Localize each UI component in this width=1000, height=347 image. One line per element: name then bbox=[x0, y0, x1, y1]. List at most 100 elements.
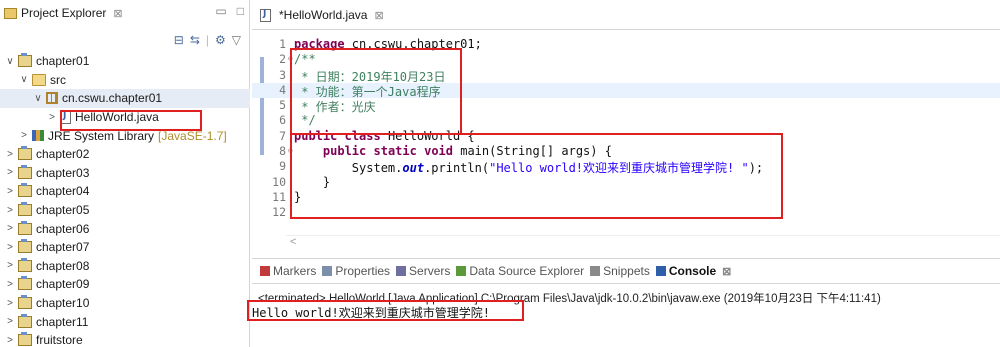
maximize-icon[interactable]: □ bbox=[237, 4, 244, 18]
collapse-chevron-icon[interactable]: > bbox=[4, 279, 16, 290]
properties-icon bbox=[322, 266, 333, 276]
expand-chevron-icon[interactable]: ∨ bbox=[32, 93, 44, 104]
code-token: ); bbox=[748, 161, 764, 176]
project-tree: ∨ chapter01 ∨ src ∨ cn.cswu.chapter01 > HelloWo… bbox=[0, 52, 250, 347]
view-window-controls: ▭ □ bbox=[215, 4, 244, 18]
line-number: 7 bbox=[279, 128, 286, 143]
project-icon bbox=[18, 295, 32, 310]
editor-tab[interactable]: *HelloWorld.java ⊠ bbox=[258, 8, 384, 22]
close-icon[interactable]: ⊠ bbox=[113, 7, 122, 20]
scroll-left-icon[interactable]: < bbox=[290, 236, 296, 248]
code-line[interactable]: 7 public class HelloWorld { bbox=[252, 129, 1000, 144]
expand-chevron-icon[interactable]: ∨ bbox=[18, 74, 30, 85]
line-number: 1 bbox=[279, 37, 286, 51]
collapse-chevron-icon[interactable]: > bbox=[4, 149, 16, 160]
tree-item[interactable]: > chapter10 bbox=[0, 294, 250, 313]
code-line[interactable]: 1 package cn.cswu.chapter01; bbox=[252, 37, 1000, 52]
console-output: Hello world!欢迎来到重庆城市管理学院! bbox=[252, 306, 490, 320]
code-line[interactable]: 3 * 日期：2019年10月23日 bbox=[252, 67, 1000, 84]
code-line[interactable]: 10 } bbox=[252, 175, 1000, 190]
project-explorer-tab[interactable]: Project Explorer ⊠ ▭ □ bbox=[0, 0, 250, 27]
project-icon bbox=[18, 313, 32, 328]
collapse-chevron-icon[interactable]: > bbox=[4, 260, 16, 271]
fold-toggle-icon[interactable]: ⊖ bbox=[288, 146, 293, 155]
tab-properties[interactable]: Properties bbox=[322, 264, 390, 278]
code-token: public bbox=[322, 144, 367, 159]
code-line[interactable]: 8 ⊖ public static void main(String[] args… bbox=[252, 144, 1000, 159]
tree-item[interactable]: > fruitstore bbox=[0, 331, 250, 347]
code-line[interactable]: 2 ⊖/** bbox=[252, 52, 1000, 67]
filters-icon[interactable]: ⚙ bbox=[215, 33, 226, 47]
project-icon bbox=[18, 164, 32, 179]
horizontal-scrollbar[interactable]: < bbox=[286, 235, 1000, 249]
toolbar-separator: | bbox=[205, 33, 209, 47]
fold-toggle-icon[interactable]: ⊖ bbox=[288, 54, 293, 63]
line-number: 9 bbox=[279, 159, 286, 174]
tree-item[interactable]: ∨ src bbox=[0, 71, 250, 90]
close-icon[interactable]: ⊠ bbox=[374, 9, 383, 22]
code-token: public bbox=[294, 128, 338, 143]
tree-item[interactable]: > chapter05 bbox=[0, 201, 250, 220]
tree-item-label: fruitstore bbox=[36, 333, 83, 347]
tree-item[interactable]: > JRE System Library [JavaSE-1.7] bbox=[0, 126, 250, 145]
tab-console[interactable]: Console ⊠ bbox=[655, 264, 731, 278]
console-tab-bar: Markers Properties Servers Data Source Expl… bbox=[252, 258, 1000, 284]
tree-item-label: chapter07 bbox=[36, 240, 90, 255]
link-with-editor-icon[interactable]: ⇆ bbox=[190, 33, 200, 47]
tree-item[interactable]: > chapter07 bbox=[0, 238, 250, 257]
tree-item[interactable]: > HelloWorld.java bbox=[0, 108, 250, 127]
expand-chevron-icon[interactable]: ∨ bbox=[4, 56, 16, 67]
tree-item[interactable]: > chapter03 bbox=[0, 164, 250, 183]
line-number: 5 bbox=[279, 98, 286, 113]
tab-data-source-explorer[interactable]: Data Source Explorer bbox=[456, 264, 584, 278]
tree-item-label: chapter09 bbox=[36, 277, 90, 292]
close-icon[interactable]: ⊠ bbox=[722, 265, 731, 278]
tree-item-label: HelloWorld.java bbox=[75, 110, 159, 125]
tab-servers[interactable]: Servers bbox=[396, 264, 450, 278]
code-line[interactable]: 12 bbox=[252, 205, 1000, 220]
code-line[interactable]: 5 * 作者：光庆 bbox=[252, 98, 1000, 115]
collapse-chevron-icon[interactable]: > bbox=[4, 335, 16, 346]
code-editor[interactable]: 1 package cn.cswu.chapter01; 2 ⊖/** 3 * 日期：2… bbox=[252, 30, 1000, 248]
line-number: 4 bbox=[279, 82, 286, 97]
tree-item[interactable]: > chapter04 bbox=[0, 182, 250, 201]
project-icon bbox=[18, 53, 32, 68]
line-number: 10 bbox=[272, 174, 286, 189]
code-token: * 作者：光庆 bbox=[294, 100, 376, 115]
tree-item[interactable]: > chapter08 bbox=[0, 257, 250, 276]
tree-item[interactable]: > chapter09 bbox=[0, 275, 250, 294]
code-line[interactable]: 6 */ bbox=[252, 113, 1000, 128]
code-lines[interactable]: 1 package cn.cswu.chapter01; 2 ⊖/** 3 * 日期：2… bbox=[252, 37, 1000, 221]
collapse-chevron-icon[interactable]: > bbox=[4, 167, 16, 178]
code-token: class bbox=[344, 128, 381, 143]
collapse-chevron-icon[interactable]: > bbox=[4, 242, 16, 253]
code-text: public static void main(String[] args) { bbox=[294, 144, 612, 158]
tab-markers[interactable]: Markers bbox=[260, 264, 316, 278]
code-line[interactable]: 11} bbox=[252, 190, 1000, 205]
project-icon bbox=[18, 146, 32, 161]
code-line[interactable]: 9 System.out.println("Hello world!欢迎来到重庆… bbox=[252, 159, 1000, 176]
code-text: public class HelloWorld { bbox=[294, 129, 475, 143]
tab-snippets[interactable]: Snippets bbox=[590, 264, 650, 278]
collapse-chevron-icon[interactable]: > bbox=[4, 223, 16, 234]
explorer-toolbar: ⊟ ⇆ | ⚙ ▽ bbox=[174, 33, 241, 47]
code-line[interactable]: 4 * 功能：第一个Java程序 bbox=[252, 82, 1000, 99]
tree-item[interactable]: > chapter11 bbox=[0, 312, 250, 331]
collapse-chevron-icon[interactable]: > bbox=[4, 205, 16, 216]
collapse-chevron-icon[interactable]: > bbox=[4, 298, 16, 309]
collapse-chevron-icon[interactable]: > bbox=[4, 316, 16, 327]
minimize-icon[interactable]: ▭ bbox=[215, 4, 226, 18]
collapse-chevron-icon[interactable]: > bbox=[18, 130, 30, 141]
tree-item[interactable]: > chapter02 bbox=[0, 145, 250, 164]
collapse-all-icon[interactable]: ⊟ bbox=[174, 33, 184, 47]
tree-item-label: chapter05 bbox=[36, 203, 90, 218]
tree-item[interactable]: > chapter06 bbox=[0, 219, 250, 238]
view-menu-icon[interactable]: ▽ bbox=[232, 33, 241, 47]
tree-item[interactable]: ∨ chapter01 bbox=[0, 52, 250, 71]
line-number: 2 bbox=[279, 52, 286, 67]
line-number: 3 bbox=[279, 67, 286, 82]
collapse-chevron-icon[interactable]: > bbox=[46, 112, 58, 123]
tree-item[interactable]: ∨ cn.cswu.chapter01 bbox=[0, 89, 250, 108]
collapse-chevron-icon[interactable]: > bbox=[4, 186, 16, 197]
